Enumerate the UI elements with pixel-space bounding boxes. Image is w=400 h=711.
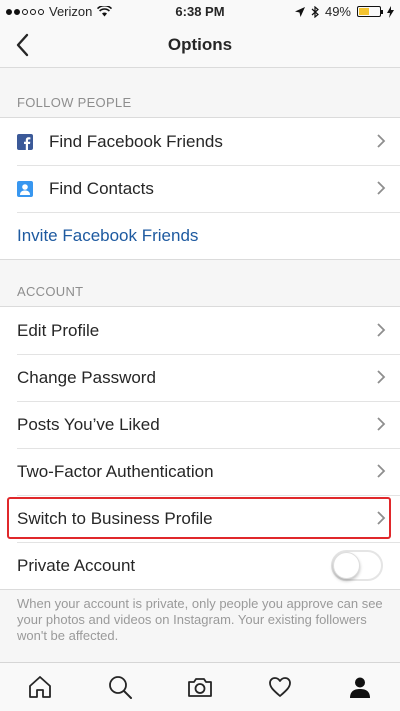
status-right: 49% [294, 4, 394, 19]
battery-percent: 49% [324, 4, 351, 19]
find-contacts-row[interactable]: Find Contacts [0, 165, 400, 212]
change-password-row[interactable]: Change Password [0, 354, 400, 401]
private-account-toggle[interactable] [331, 550, 383, 581]
switch-business-profile-row[interactable]: Switch to Business Profile [0, 495, 400, 542]
status-bar: Verizon 6:38 PM 49% [0, 0, 400, 22]
find-facebook-friends-row[interactable]: Find Facebook Friends [0, 118, 400, 165]
bluetooth-icon [311, 5, 319, 18]
invite-facebook-friends-link[interactable]: Invite Facebook Friends [17, 226, 198, 246]
chevron-right-icon [377, 370, 386, 384]
profile-icon[interactable] [345, 672, 375, 702]
search-icon[interactable] [105, 672, 135, 702]
find-facebook-friends-label: Find Facebook Friends [49, 131, 223, 151]
tab-bar [0, 662, 400, 711]
private-account-note: When your account is private, only peopl… [17, 596, 383, 643]
chevron-right-icon [377, 464, 386, 478]
battery-icon [357, 6, 383, 17]
charging-icon [387, 5, 394, 18]
page-title: Options [167, 35, 233, 54]
private-account-label: Private Account [17, 555, 136, 575]
home-icon[interactable] [25, 672, 55, 702]
switch-business-profile-label: Switch to Business Profile [17, 508, 213, 528]
private-account-row: Private Account [0, 542, 400, 589]
facebook-icon [17, 133, 33, 150]
location-icon [294, 6, 305, 17]
edit-profile-row[interactable]: Edit Profile [0, 307, 400, 354]
toggle-knob [333, 552, 360, 579]
account-group: Edit Profile Change Password Posts You’v… [0, 306, 400, 590]
contacts-icon [17, 180, 33, 197]
section-header-follow: FOLLOW PEOPLE [17, 95, 132, 110]
chevron-right-icon [377, 511, 386, 525]
camera-icon[interactable] [185, 672, 215, 702]
find-contacts-label: Find Contacts [49, 178, 154, 198]
section-header-account: ACCOUNT [17, 284, 84, 299]
chevron-right-icon [377, 323, 386, 337]
chevron-right-icon [377, 417, 386, 431]
invite-facebook-friends-row[interactable]: Invite Facebook Friends [0, 212, 400, 259]
change-password-label: Change Password [17, 367, 156, 387]
chevron-right-icon [377, 181, 386, 195]
two-factor-label: Two-Factor Authentication [17, 461, 214, 481]
nav-bar: Options [0, 22, 400, 68]
edit-profile-label: Edit Profile [17, 320, 100, 340]
heart-icon[interactable] [265, 672, 295, 702]
two-factor-row[interactable]: Two-Factor Authentication [0, 448, 400, 495]
posts-liked-label: Posts You’ve Liked [17, 414, 160, 434]
posts-liked-row[interactable]: Posts You’ve Liked [0, 401, 400, 448]
follow-group: Find Facebook Friends Find Contacts Invi… [0, 117, 400, 260]
chevron-right-icon [377, 134, 386, 148]
